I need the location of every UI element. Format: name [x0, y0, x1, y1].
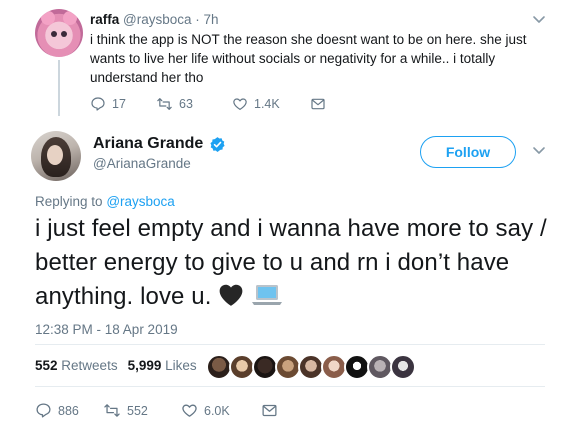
main-author-handle[interactable]: @ArianaGrande — [93, 156, 191, 171]
message-icon — [311, 98, 325, 110]
tweet-stats: 552 Retweets 5,999 Likes — [35, 358, 197, 373]
retweet-icon — [157, 98, 172, 110]
divider — [35, 344, 545, 345]
avatar-eye — [61, 31, 67, 37]
likes-stat-count: 5,999 — [127, 358, 162, 373]
main-actions: 886 552 6.0K — [35, 402, 278, 419]
chevron-down-icon — [533, 16, 545, 23]
liker-avatar[interactable] — [390, 354, 416, 380]
message-icon — [262, 404, 277, 417]
tweet-timestamp[interactable]: 12:38 PM - 18 Apr 2019 — [35, 322, 178, 337]
like-icon — [233, 98, 247, 110]
reply-actions: 17 63 1.4K — [90, 96, 326, 112]
main-author[interactable]: Ariana Grande — [93, 135, 226, 153]
verified-icon — [210, 136, 225, 152]
avatar-face — [47, 145, 63, 165]
avatar-ear — [41, 11, 55, 25]
reply-avatar[interactable] — [35, 9, 83, 57]
retweets-stat-label: Retweets — [61, 358, 118, 373]
main-avatar[interactable] — [31, 131, 81, 181]
like-count: 1.4K — [254, 97, 280, 111]
replying-to: Replying to @raysboca — [35, 194, 175, 209]
reply-separator: · — [195, 12, 200, 27]
reply-icon — [36, 403, 51, 418]
likes-stat[interactable]: 5,999 Likes — [128, 358, 197, 373]
retweet-icon — [104, 404, 120, 417]
main-tweet-text: i just feel empty and i wanna have more … — [35, 212, 555, 314]
reply-time[interactable]: 7h — [204, 12, 219, 27]
avatar-ear — [63, 11, 77, 25]
replying-to-link[interactable]: @raysboca — [106, 194, 174, 209]
reply-author-handle[interactable]: @raysboca — [123, 12, 191, 27]
thread-line — [58, 60, 60, 116]
reply-action-message[interactable] — [310, 96, 326, 112]
follow-button[interactable]: Follow — [420, 136, 516, 168]
main-action-retweet[interactable]: 552 — [103, 402, 181, 419]
main-tweet-body: i just feel empty and i wanna have more … — [35, 215, 547, 310]
main-reply-count: 886 — [58, 403, 79, 418]
black-heart-emoji — [219, 284, 243, 306]
reply-icon — [91, 97, 105, 111]
retweet-count: 63 — [179, 97, 193, 111]
reply-header: raffa @raysboca · 7h — [90, 12, 219, 27]
reply-action-like[interactable]: 1.4K — [232, 96, 310, 112]
main-action-reply[interactable]: 886 — [35, 402, 103, 419]
laptop-emoji — [252, 285, 283, 305]
likes-stat-label: Likes — [165, 358, 197, 373]
retweets-stat-count: 552 — [35, 358, 58, 373]
chevron-down-icon — [533, 147, 545, 154]
reply-count: 17 — [112, 97, 126, 111]
main-like-count: 6.0K — [204, 403, 230, 418]
likers-avatars[interactable] — [206, 354, 416, 380]
reply-action-reply[interactable]: 17 — [90, 96, 156, 112]
main-more-button[interactable] — [532, 143, 546, 162]
retweets-stat[interactable]: 552 Retweets — [35, 358, 118, 373]
reply-author-name[interactable]: raffa — [90, 12, 119, 27]
main-action-like[interactable]: 6.0K — [181, 402, 261, 419]
main-author-name[interactable]: Ariana Grande — [93, 135, 203, 153]
reply-action-retweet[interactable]: 63 — [156, 96, 232, 112]
like-icon — [182, 404, 197, 417]
reply-more-button[interactable] — [532, 12, 546, 31]
reply-text: i think the app is NOT the reason she do… — [90, 32, 527, 85]
main-action-message[interactable] — [261, 402, 278, 419]
replying-prefix: Replying to — [35, 194, 103, 209]
main-retweet-count: 552 — [127, 403, 148, 418]
divider — [35, 386, 545, 387]
avatar-eye — [51, 31, 57, 37]
